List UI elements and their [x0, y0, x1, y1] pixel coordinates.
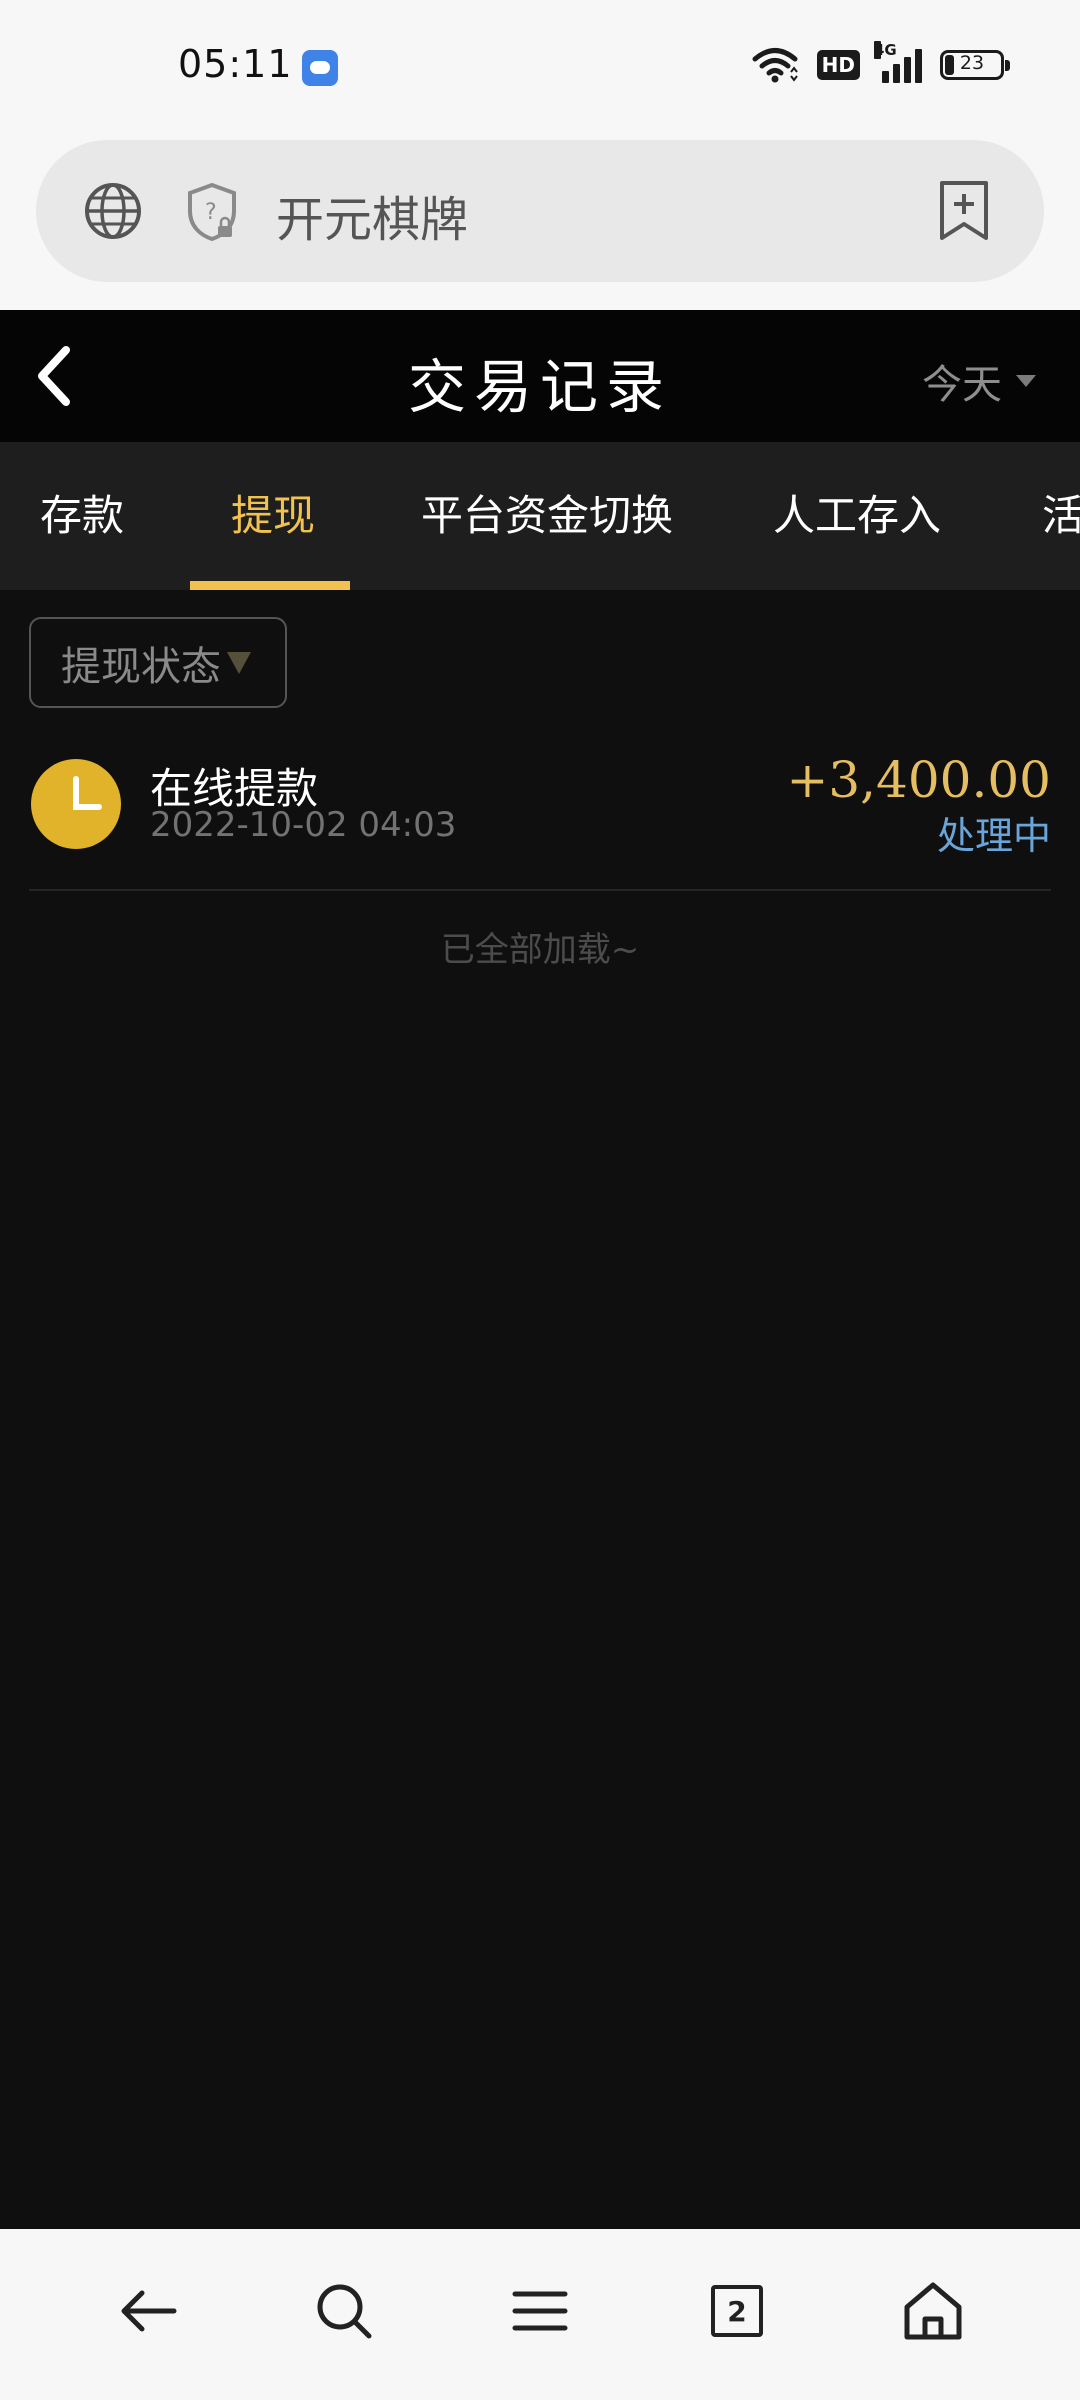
tab-activity[interactable]: 活	[1042, 442, 1080, 590]
tab-platform-transfer[interactable]: 平台资金切换	[421, 442, 673, 590]
cloud-app-icon	[302, 50, 338, 86]
search-icon	[317, 2284, 372, 2339]
date-filter-label: 今天	[922, 362, 1002, 408]
clock-icon	[31, 759, 121, 849]
transaction-row[interactable]: 在线提款 2022-10-02 04:03 +3,400.00 处理中	[29, 735, 1051, 891]
home-icon	[904, 2282, 962, 2340]
tab-withdraw[interactable]: 提现	[231, 442, 315, 590]
tab-count: 2	[727, 2294, 747, 2328]
transaction-amount: +3,400.00	[786, 751, 1051, 809]
date-filter-dropdown[interactable]: 今天	[922, 352, 1036, 410]
network-type-label: 4G	[874, 41, 897, 59]
tabs-icon: 2	[711, 2285, 763, 2337]
app-header: 交易记录 今天	[0, 310, 1080, 442]
caret-down-icon	[1016, 375, 1036, 387]
wifi-icon	[752, 48, 798, 83]
tab-deposit[interactable]: 存款	[40, 442, 124, 590]
svg-text:?: ?	[205, 200, 217, 225]
caret-down-icon	[227, 651, 251, 674]
back-arrow-icon	[121, 2290, 177, 2332]
menu-icon	[512, 2291, 568, 2331]
nav-tabs-button[interactable]: 2	[697, 2271, 777, 2351]
nav-home-button[interactable]	[893, 2271, 973, 2351]
security-shield-icon[interactable]: ?	[184, 182, 240, 242]
add-bookmark-icon[interactable]	[938, 180, 990, 242]
transaction-time: 2022-10-02 04:03	[150, 805, 457, 845]
withdraw-status-filter[interactable]: 提现状态	[29, 617, 287, 708]
transaction-status: 处理中	[936, 814, 1051, 858]
battery-percent: 23	[959, 52, 985, 74]
nav-search-button[interactable]	[304, 2271, 384, 2351]
battery-icon: 23	[940, 50, 1010, 80]
page-title: 交易记录	[407, 353, 672, 421]
address-bar[interactable]: ? 开元棋牌	[36, 140, 1044, 282]
filter-label: 提现状态	[61, 643, 221, 690]
transaction-type-tabs: 存款 提现 平台资金切换 人工存入 活	[0, 442, 1080, 590]
browser-bottom-nav: 2	[0, 2229, 1080, 2400]
tab-manual-deposit[interactable]: 人工存入	[773, 442, 941, 590]
nav-menu-button[interactable]	[500, 2271, 580, 2351]
active-tab-indicator	[190, 581, 350, 590]
status-time: 05:11	[178, 42, 293, 86]
signal-icon: 4G	[874, 41, 922, 83]
browser-toolbar: ? 开元棋牌	[0, 136, 1080, 310]
url-text[interactable]: 开元棋牌	[276, 180, 468, 250]
globe-icon[interactable]	[84, 182, 142, 240]
list-end-message: 已全部加载~	[440, 930, 640, 970]
status-bar: 05:11 HD 4G 23	[0, 0, 1080, 136]
hd-badge: HD	[816, 50, 860, 80]
nav-back-button[interactable]	[108, 2271, 188, 2351]
status-indicators: HD 4G 23	[751, 41, 1010, 84]
